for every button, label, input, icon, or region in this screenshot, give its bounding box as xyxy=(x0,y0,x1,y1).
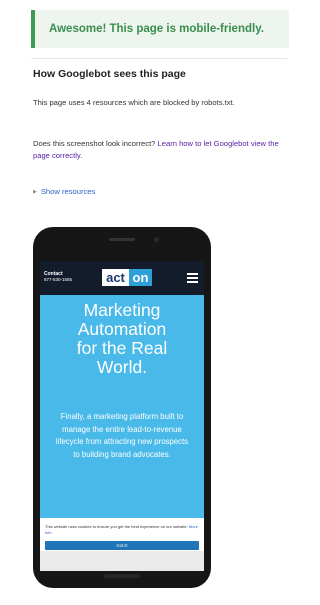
hero-line: Marketing xyxy=(83,300,161,320)
hamburger-menu-icon xyxy=(187,273,198,285)
act-on-logo: act on xyxy=(102,269,152,286)
incorrect-screenshot-text: Does this screenshot look incorrect? Lea… xyxy=(33,138,283,161)
banner-message: Awesome! This page is mobile-friendly. xyxy=(49,23,264,35)
hero-line: for the Real xyxy=(76,338,168,358)
divider xyxy=(31,58,287,59)
cookie-text: This website uses cookies to ensure you … xyxy=(45,524,199,536)
hero-headline: Marketing Automation for the Real World. xyxy=(40,301,204,377)
screen-bottom-strip xyxy=(40,551,204,571)
triangle-right-icon: ▶ xyxy=(33,189,37,195)
cookie-message: This website uses cookies to ensure you … xyxy=(45,524,188,529)
contact-info: Contact 877-530-1555 xyxy=(44,271,72,283)
section-title: How Googlebot sees this page xyxy=(33,68,186,80)
cookie-got-it-button: Got it! xyxy=(45,541,199,550)
mobile-friendly-banner: Awesome! This page is mobile-friendly. xyxy=(31,10,289,48)
phone-home-button xyxy=(104,574,140,578)
show-resources-label: Show resources xyxy=(40,187,96,196)
blocked-resources-text: This page uses 4 resources which are blo… xyxy=(33,98,235,107)
logo-left: act xyxy=(102,269,129,286)
incorrect-prefix: Does this screenshot look incorrect? xyxy=(33,139,156,148)
hero-subtext: Finally, a marketing platform built to m… xyxy=(55,412,189,459)
site-header: Contact 877-530-1555 act on xyxy=(40,261,204,295)
logo-right: on xyxy=(129,269,152,286)
phone-screen-preview: Contact 877-530-1555 act on Marketing Au… xyxy=(40,261,204,571)
phone-frame: Contact 877-530-1555 act on Marketing Au… xyxy=(33,227,211,588)
hero-line: Automation xyxy=(77,319,167,339)
contact-phone: 877-530-1555 xyxy=(44,277,73,282)
show-resources-toggle[interactable]: ▶ Show resources xyxy=(33,187,95,196)
phone-earpiece xyxy=(109,238,135,241)
hero-line: World. xyxy=(96,357,148,377)
phone-camera xyxy=(154,237,159,242)
